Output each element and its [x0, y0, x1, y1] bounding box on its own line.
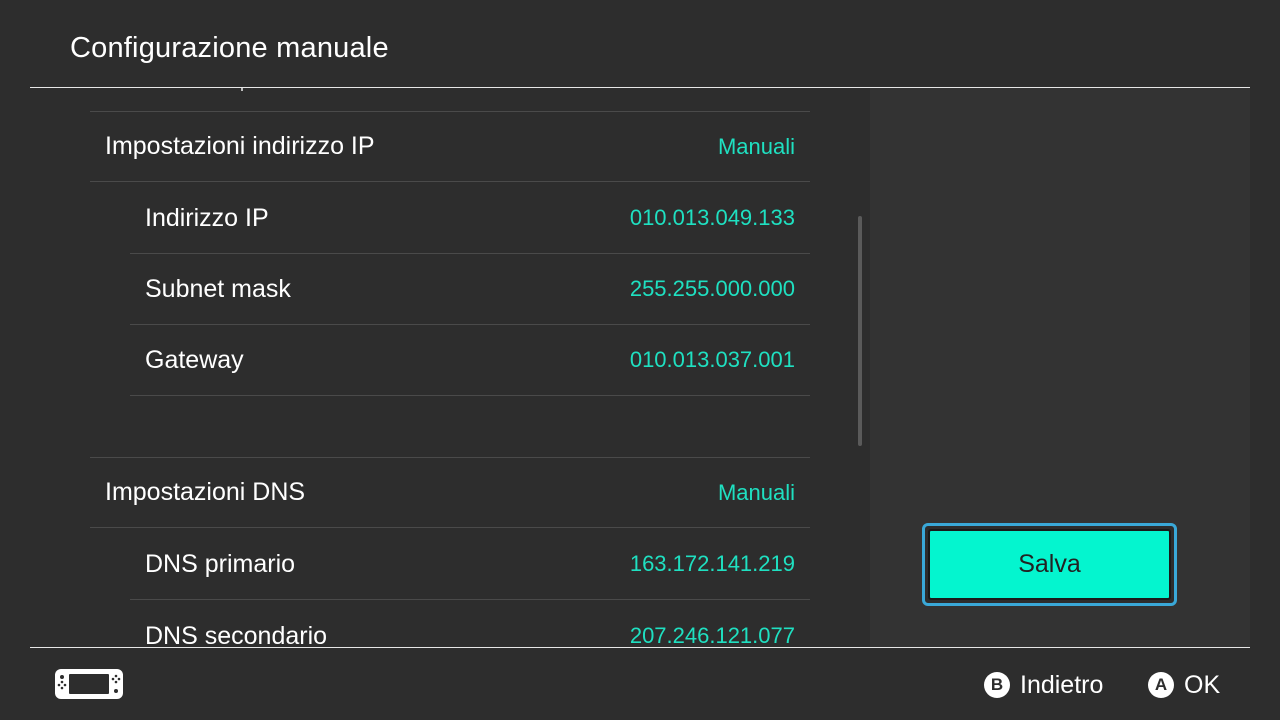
subnet-mask-row[interactable]: Subnet mask 255.255.000.000 [130, 254, 810, 325]
ip-address-row[interactable]: Indirizzo IP 010.013.049.133 [130, 183, 810, 254]
gateway-value: 010.013.037.001 [629, 347, 795, 372]
settings-list[interactable]: Impostazioni indirizzo IP Manuali Indiri… [90, 88, 810, 647]
ok-hint[interactable]: A OK [1148, 668, 1220, 702]
subnet-mask-label: Subnet mask [145, 274, 291, 303]
dns-primary-label: DNS primario [145, 549, 296, 578]
dns-secondary-label: DNS secondario [145, 621, 328, 648]
a-button-icon: A [1148, 672, 1174, 698]
back-hint[interactable]: B Indietro [984, 668, 1103, 702]
ip-settings-row[interactable]: Impostazioni indirizzo IP Manuali [90, 111, 810, 182]
dns-settings-value: Manuali [717, 479, 795, 505]
ip-address-label: Indirizzo IP [145, 203, 269, 232]
save-button-label: Salva [928, 529, 1171, 600]
b-button-icon: B [984, 672, 1010, 698]
ip-settings-value: Manuali [717, 133, 795, 159]
gateway-label: Gateway [145, 345, 244, 374]
ok-label: OK [1184, 670, 1221, 699]
dns-settings-row[interactable]: Impostazioni DNS Manuali [90, 457, 810, 528]
page-title: Configurazione manuale [70, 32, 389, 64]
handheld-console-icon [54, 668, 124, 705]
dns-primary-value: 163.172.141.219 [629, 551, 795, 576]
dns-secondary-value: 207.246.121.077 [629, 623, 795, 647]
ip-address-value: 010.013.049.133 [629, 205, 795, 230]
save-button[interactable]: Salva [922, 523, 1177, 606]
dns-settings-label: Impostazioni DNS [105, 478, 306, 506]
scrollbar[interactable] [858, 216, 862, 446]
clipped-row-fragment [241, 88, 243, 91]
footer-divider [30, 647, 1250, 648]
dns-primary-row[interactable]: DNS primario 163.172.141.219 [130, 529, 810, 600]
ip-settings-label: Impostazioni indirizzo IP [105, 132, 375, 160]
gateway-row[interactable]: Gateway 010.013.037.001 [130, 325, 810, 396]
network-settings-screen: Configurazione manuale Impostazioni indi… [0, 0, 1280, 720]
dns-secondary-row[interactable]: DNS secondario 207.246.121.077 [130, 601, 810, 648]
back-label: Indietro [1020, 670, 1104, 699]
subnet-mask-value: 255.255.000.000 [629, 276, 795, 301]
